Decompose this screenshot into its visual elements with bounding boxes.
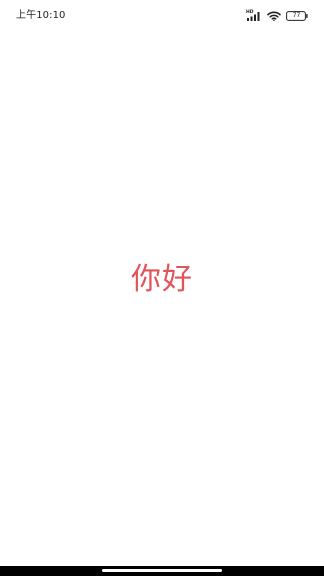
status-bar: 上午10:10 HD 77 xyxy=(0,0,324,32)
navigation-bar xyxy=(0,566,324,576)
network-type-label: HD xyxy=(246,10,254,15)
status-icons: HD 77 xyxy=(246,10,308,22)
greeting-text: 你好 xyxy=(131,262,193,297)
main-content: 你好 xyxy=(0,32,324,566)
wifi-icon xyxy=(267,11,281,21)
battery-icon: 77 xyxy=(286,11,308,21)
home-indicator[interactable] xyxy=(102,569,222,572)
signal-icon: HD xyxy=(246,10,262,21)
battery-level: 77 xyxy=(292,12,301,19)
status-time: 上午10:10 xyxy=(16,10,66,21)
